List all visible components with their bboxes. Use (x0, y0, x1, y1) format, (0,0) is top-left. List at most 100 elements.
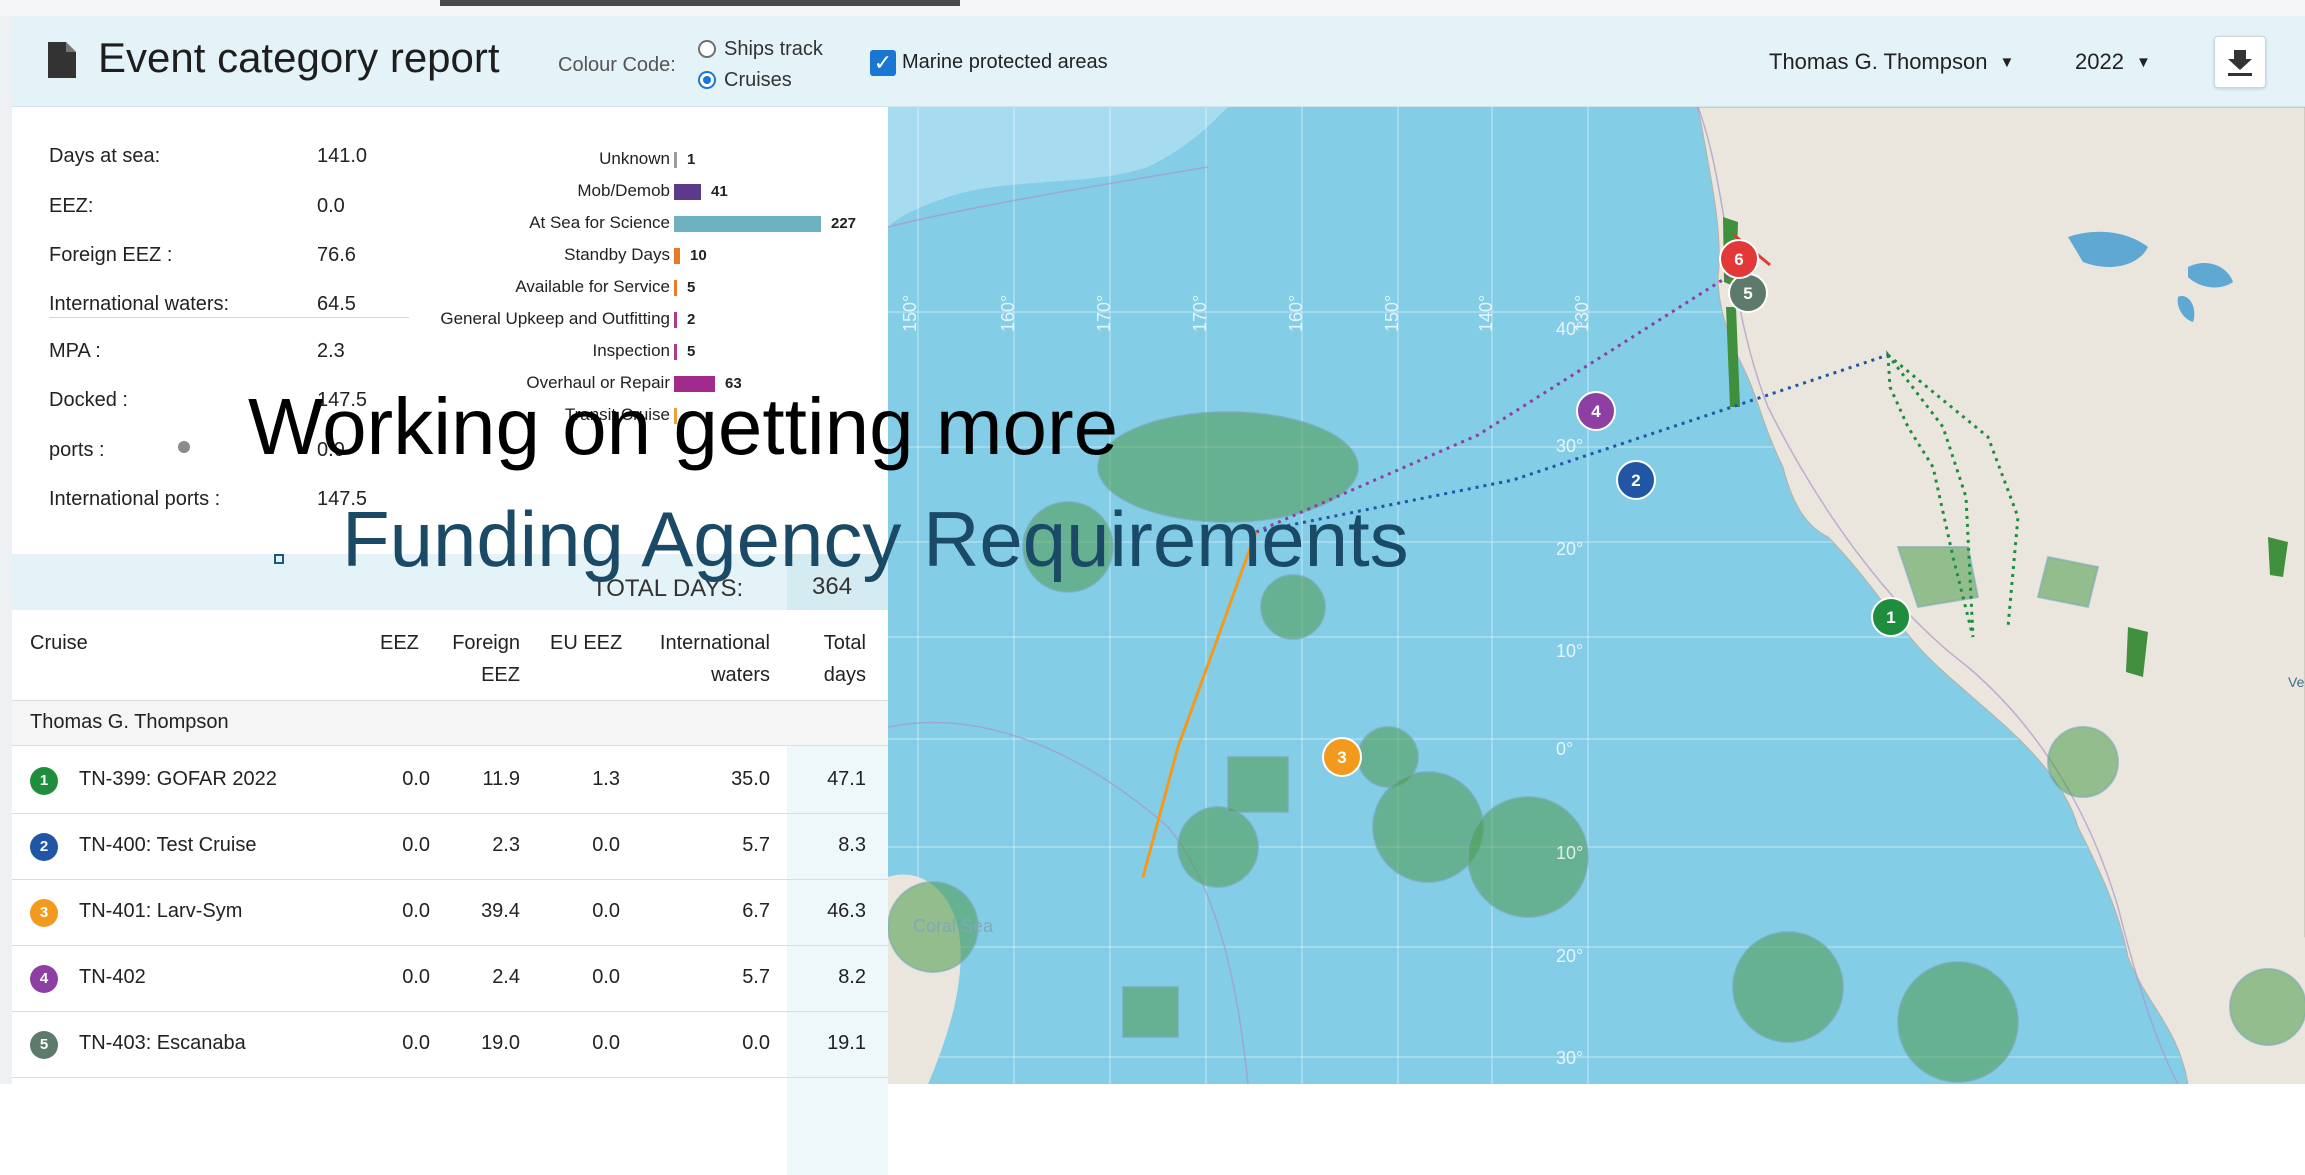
bar-value-label: 10 (690, 247, 707, 264)
stat-value: 76.6 (317, 244, 356, 266)
cropped-title-fragment (440, 0, 960, 6)
column-header-foreign-eez[interactable]: Foreign EEZ (444, 627, 520, 691)
cell-total-days: 8.3 (838, 834, 866, 856)
stat-label: EEZ: (49, 195, 94, 217)
cell-total-days: 19.1 (827, 1032, 866, 1054)
table-row[interactable]: 4 TN-402 0.0 2.4 0.0 5.7 8.2 (12, 945, 888, 1012)
column-header-eu-eez[interactable]: EU EEZ (550, 627, 622, 659)
lon-label: 150° (900, 295, 920, 332)
table-row[interactable]: 5 TN-403: Escanaba 0.0 19.0 0.0 0.0 19.1 (12, 1011, 888, 1078)
svg-text:6: 6 (1734, 250, 1743, 269)
bar-label: Standby Days (564, 245, 670, 264)
cruise-name: TN-400: Test Cruise (79, 834, 257, 856)
table-group-row: Thomas G. Thompson (12, 701, 888, 746)
cell-eez: 0.0 (402, 834, 430, 856)
cruise-number-badge: 1 (30, 767, 58, 795)
cruise-marker-4[interactable]: 4 (1576, 391, 1616, 431)
bar[interactable] (674, 152, 677, 168)
chevron-down-icon: ▼ (2135, 54, 2151, 71)
cruise-marker-6[interactable]: 6 (1719, 239, 1759, 279)
stat-value: 0.0 (317, 195, 345, 217)
stat-label: Docked : (49, 389, 128, 411)
bar[interactable] (674, 312, 677, 328)
stat-value: 64.5 (317, 293, 356, 315)
bar[interactable] (674, 280, 677, 296)
slide-overlay-line-1: Working on getting more (248, 382, 1119, 471)
cell-international-waters: 5.7 (742, 966, 770, 988)
page-title: Event category report (98, 34, 500, 81)
cruise-number-badge: 4 (30, 965, 58, 993)
vessel-dropdown[interactable]: Thomas G. Thompson ▼ (1769, 49, 2014, 75)
lon-label: 150° (1382, 295, 1402, 332)
stat-value: 141.0 (317, 145, 368, 167)
stat-value: 2.3 (317, 340, 345, 362)
cruise-marker-5[interactable]: 5 (1728, 273, 1768, 313)
ships-track-radio[interactable] (698, 40, 716, 58)
bar-label: Unknown (599, 149, 670, 168)
cruise-marker-2[interactable]: 2 (1616, 460, 1656, 500)
report-window: Event category report Colour Code: Ships… (12, 16, 2305, 1175)
cell-international-waters: 0.0 (742, 1032, 770, 1054)
cell-eu-eez: 0.0 (592, 900, 620, 922)
stats-divider (49, 317, 409, 318)
cell-eu-eez: 1.3 (592, 768, 620, 790)
bar[interactable] (674, 184, 701, 200)
table-row[interactable]: 2 TN-400: Test Cruise 0.0 2.3 0.0 5.7 8.3 (12, 813, 888, 880)
ships-track-label[interactable]: Ships track (724, 38, 823, 61)
cruise-marker-3[interactable]: 3 (1322, 737, 1362, 777)
bar-value-label: 41 (711, 183, 728, 200)
bar[interactable] (674, 248, 680, 264)
year-value: 2022 (2075, 49, 2124, 74)
cell-foreign-eez: 2.3 (492, 834, 520, 856)
summary-panel: Days at sea: 141.0 EEZ: 0.0 Foreign EEZ … (12, 107, 888, 1175)
bar-label: Available for Service (515, 277, 670, 296)
stat-label: International ports : (49, 488, 221, 510)
cruise-name: TN-399: GOFAR 2022 (79, 768, 277, 790)
lat-label: 10° (1556, 641, 1583, 661)
map-canvas[interactable]: 150° 160° 170° 170° 160° 150° 140° 130° … (888, 107, 2305, 1084)
year-dropdown[interactable]: 2022 ▼ (2075, 49, 2151, 75)
report-header: Event category report Colour Code: Ships… (12, 16, 2305, 107)
lon-label: 160° (1286, 295, 1306, 332)
slide-bullet-dot (178, 441, 190, 453)
mpa-checkbox[interactable]: ✓ (870, 50, 896, 76)
column-header-cruise[interactable]: Cruise (30, 627, 88, 659)
lon-label: 170° (1094, 295, 1114, 332)
lat-label: 20° (1556, 539, 1583, 559)
table-row[interactable]: 1 TN-399: GOFAR 2022 0.0 11.9 1.3 35.0 47.1 (12, 747, 888, 814)
column-header-eez[interactable]: EEZ (380, 627, 419, 659)
cell-foreign-eez: 2.4 (492, 966, 520, 988)
table-row[interactable]: 3 TN-401: Larv-Sym 0.0 39.4 0.0 6.7 46.3 (12, 879, 888, 946)
bar[interactable] (674, 216, 821, 232)
cell-international-waters: 6.7 (742, 900, 770, 922)
cruises-label[interactable]: Cruises (724, 69, 792, 92)
column-header-international-waters[interactable]: International waters (640, 627, 770, 691)
mpa-label[interactable]: Marine protected areas (902, 51, 1108, 74)
cell-eez: 0.0 (402, 768, 430, 790)
map-edge-label: Ve (2288, 674, 2305, 690)
cruise-map[interactable]: 150° 160° 170° 170° 160° 150° 140° 130° … (888, 107, 2305, 1084)
stat-label: MPA : (49, 340, 101, 362)
download-button[interactable] (2214, 36, 2266, 88)
bar-label: General Upkeep and Outfitting (440, 309, 670, 328)
stat-label: International waters: (49, 293, 230, 315)
cell-foreign-eez: 39.4 (481, 900, 520, 922)
cell-foreign-eez: 19.0 (481, 1032, 520, 1054)
bar-value-label: 2 (687, 311, 696, 328)
lat-label: 0° (1556, 739, 1573, 759)
sea-label: Coral Sea (913, 916, 994, 936)
cruises-radio[interactable] (698, 71, 716, 89)
cell-international-waters: 35.0 (731, 768, 770, 790)
download-icon (2228, 50, 2252, 76)
bar[interactable] (674, 344, 677, 360)
cruise-marker-1[interactable]: 1 (1871, 597, 1911, 637)
cell-total-days: 46.3 (827, 900, 866, 922)
cruise-name: TN-402 (79, 966, 146, 988)
lat-label: 10° (1556, 843, 1583, 863)
colour-code-label: Colour Code: (558, 54, 676, 76)
lat-label: 40° (1556, 319, 1583, 339)
cell-eez: 0.0 (402, 1032, 430, 1054)
cell-eez: 0.0 (402, 900, 430, 922)
column-header-total-days[interactable]: Total days (802, 627, 866, 691)
stat-label: ports : (49, 439, 105, 461)
